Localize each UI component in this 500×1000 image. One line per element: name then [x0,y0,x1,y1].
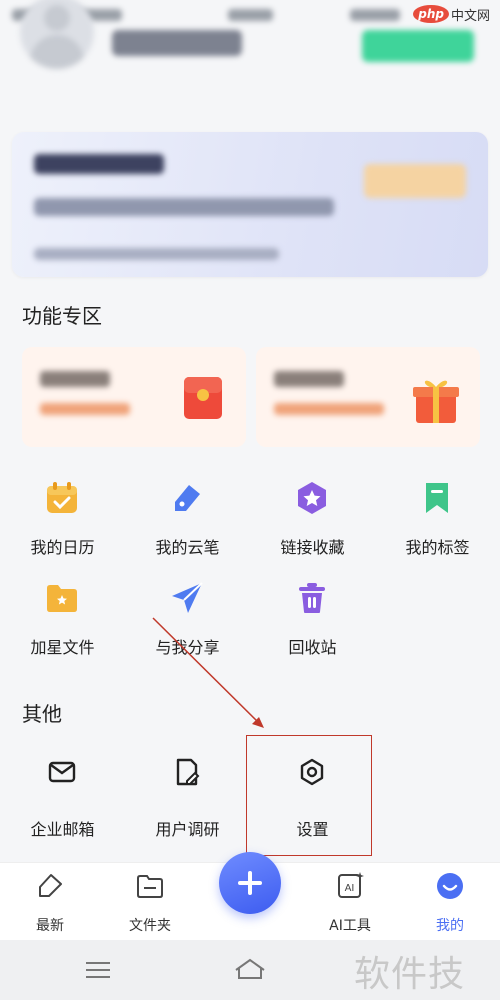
nav-folder[interactable]: 文件夹 [110,871,190,935]
promo-card-left[interactable] [22,347,246,447]
feature-label: 我的云笔 [155,538,220,557]
create-fab-button[interactable] [219,852,281,914]
feature-starred-files[interactable]: 加星文件 [0,578,125,678]
membership-card[interactable] [12,132,488,277]
membership-button[interactable] [364,164,466,198]
promo-card-right[interactable] [256,347,480,447]
nav-ai-tools[interactable]: AI AI工具 [310,871,390,935]
watermark-text: 软件技巧 [354,954,466,995]
php-logo: php 中文网 [413,1,490,27]
gift-box-icon [413,380,459,423]
other-label: 用户调研 [155,820,220,839]
section-title-other: 其他 [22,702,62,726]
php-badge: php [413,5,449,23]
star-folder-icon [47,585,77,612]
avatar[interactable] [20,0,94,69]
settings-highlight-box [246,735,372,856]
nav-label: 最新 [36,918,64,934]
bookmark-icon [426,483,448,513]
trash-icon [299,583,325,613]
nav-label: 文件夹 [129,918,171,934]
survey-icon [176,758,200,786]
tag-icon [39,874,62,897]
red-envelope-icon [184,377,222,419]
feature-label: 我的标签 [405,538,470,557]
feature-label: 链接收藏 [280,538,345,557]
feature-link-favorites[interactable]: 链接收藏 [250,478,375,578]
plus-icon [238,871,262,895]
php-cn-text: 中文网 [450,8,490,24]
section-title-features: 功能专区 [22,304,102,328]
mail-icon [48,761,76,783]
nav-latest[interactable]: 最新 [10,871,90,935]
star-hexagon-icon [298,482,326,514]
feature-calendar[interactable]: 我的日历 [0,478,125,578]
feature-tags[interactable]: 我的标签 [375,478,500,578]
ai-icon: AI [338,872,364,898]
nav-label: 我的 [436,918,464,934]
profile-icon [437,873,463,899]
other-enterprise-mail[interactable]: 企业邮箱 [0,750,125,850]
nav-label: AI工具 [329,918,371,934]
menu-icon[interactable] [84,958,112,982]
nav-mine[interactable]: 我的 [410,871,490,935]
profile-name [112,30,242,56]
calendar-icon [47,482,77,513]
feature-recycle-bin[interactable]: 回收站 [250,578,375,678]
svg-text:AI: AI [345,883,355,894]
send-icon [172,582,203,613]
feature-label: 加星文件 [30,638,95,657]
profile-action-button[interactable] [362,30,474,62]
feature-label: 与我分享 [155,638,220,657]
other-label: 企业邮箱 [30,820,95,839]
feature-shared-with-me[interactable]: 与我分享 [125,578,250,678]
pen-tag-icon [175,485,200,511]
other-user-survey[interactable]: 用户调研 [125,750,250,850]
feature-label: 回收站 [288,638,337,657]
feature-label: 我的日历 [30,538,95,557]
folder-icon [137,875,163,898]
feature-cloud-pen[interactable]: 我的云笔 [125,478,250,578]
home-icon[interactable] [232,956,268,982]
